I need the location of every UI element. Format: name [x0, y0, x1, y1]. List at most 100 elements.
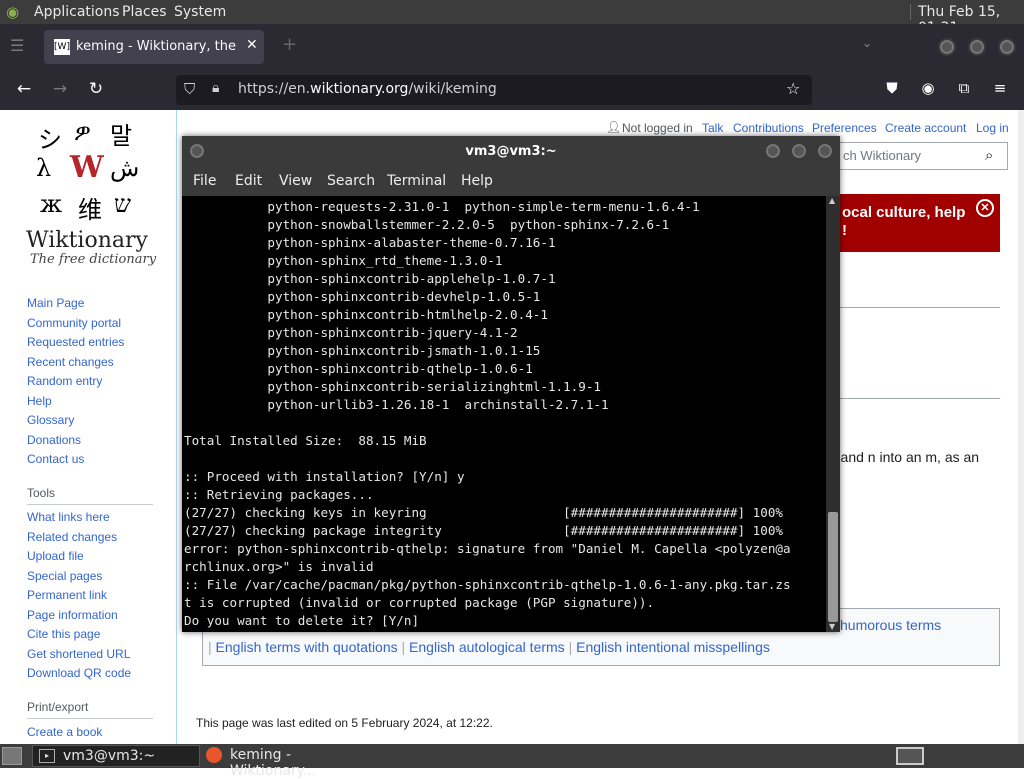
terminal-line: :: Retrieving packages...	[184, 487, 374, 502]
logo-glyph: λ	[36, 154, 52, 182]
wiki-search-input[interactable]: ch Wiktionary ⌕	[820, 142, 1008, 170]
close-window-button[interactable]	[998, 38, 1016, 56]
divider	[27, 718, 153, 719]
shield-icon[interactable]: ⛉	[184, 80, 195, 98]
terminal-line: (27/27) checking package integrity [####…	[184, 523, 783, 538]
terminal-menu-edit[interactable]: Edit	[235, 173, 262, 189]
banner-text: ocal culture, help	[842, 204, 966, 221]
terminal-line: python-urllib3-1.26.18-1 archinstall-2.7…	[184, 397, 609, 412]
terminal-line: rchlinux.org>" is invalid	[184, 559, 374, 574]
forward-button[interactable]: →	[48, 79, 72, 99]
terminal-line: :: File /var/cache/pacman/pkg/python-sph…	[184, 577, 791, 592]
taskbar-item-firefox[interactable]: keming - Wiktionary...	[202, 745, 378, 779]
terminal-line: python-sphinxcontrib-serializinghtml-1.1…	[184, 379, 602, 394]
separator: |	[208, 639, 212, 655]
sidebar-item-create-a-book[interactable]: Create a book	[27, 725, 102, 739]
sidebar-item-download-qr-code[interactable]: Download QR code	[27, 666, 131, 680]
lock-icon[interactable]: 🔒︎	[212, 80, 219, 96]
sidebar-item-what-links-here[interactable]: What links here	[27, 510, 110, 524]
tab-close-icon[interactable]: ✕	[246, 37, 258, 53]
category-humorous-terms[interactable]: humorous terms	[840, 617, 941, 633]
tab-keming[interactable]: [W] keming - Wiktionary, the fre ✕	[44, 30, 264, 64]
terminal-menu-file[interactable]: File	[193, 173, 216, 189]
sidebar-item-permanent-link[interactable]: Permanent link	[27, 588, 107, 602]
logo-glyph: ዎ	[74, 118, 91, 146]
distro-logo-icon[interactable]: ◉	[6, 3, 19, 21]
logo-wordmark[interactable]: Wiktionary	[26, 228, 148, 253]
system-menu[interactable]: System	[174, 4, 226, 20]
sidebar-item-random-entry[interactable]: Random entry	[27, 374, 102, 388]
wiktionary-logo[interactable]: シ ዎ 말 λ W ش ж 维 ש	[34, 114, 144, 224]
sidebar-item-help[interactable]: Help	[27, 394, 52, 408]
terminal-line: python-sphinxcontrib-qthelp-1.0.6-1	[184, 361, 533, 376]
bottom-taskbar: ▸ vm3@vm3:~ keming - Wiktionary...	[0, 744, 1024, 779]
category-english-autological-terms[interactable]: English autological terms	[409, 639, 565, 655]
reload-button[interactable]: ↻	[84, 79, 108, 99]
extensions-icon[interactable]: ⧉	[952, 79, 976, 97]
category-english-intentional-misspellings[interactable]: English intentional misspellings	[576, 639, 770, 655]
tab-list-icon[interactable]: ☰	[10, 36, 24, 55]
sidebar-item-related-changes[interactable]: Related changes	[27, 530, 117, 544]
sidebar-item-cite-this-page[interactable]: Cite this page	[27, 627, 100, 641]
terminal-menu-button[interactable]	[188, 142, 206, 160]
donation-banner[interactable]: ocal culture, help ! ✕	[820, 194, 1000, 252]
show-desktop-icon[interactable]	[2, 747, 22, 765]
page-scrollbar[interactable]	[1018, 110, 1024, 744]
search-icon[interactable]: ⌕	[985, 146, 993, 164]
banner-close-icon[interactable]: ✕	[976, 199, 994, 217]
terminal-line: error: python-sphinxcontrib-qthelp: sign…	[184, 541, 791, 556]
minimize-window-button[interactable]	[938, 38, 956, 56]
terminal-menu-help[interactable]: Help	[461, 173, 493, 189]
new-tab-icon[interactable]: +	[282, 34, 297, 55]
scroll-up-icon[interactable]: ▲	[829, 196, 835, 205]
taskbar-item-terminal[interactable]: ▸ vm3@vm3:~	[32, 745, 200, 767]
contributions-link[interactable]: Contributions	[733, 121, 804, 135]
bookmark-star-icon[interactable]: ☆	[786, 79, 800, 98]
sidebar-item-requested-entries[interactable]: Requested entries	[27, 335, 124, 349]
banner-text-2: !	[842, 222, 847, 239]
tab-overflow-icon[interactable]: ⌄	[862, 36, 872, 50]
pocket-icon[interactable]: ⛊	[880, 79, 904, 97]
url-text[interactable]: https://en.wiktionary.org/wiki/keming	[238, 81, 497, 97]
terminal-menu-terminal[interactable]: Terminal	[387, 173, 446, 189]
logo-glyph: ж	[40, 190, 63, 218]
category-english-terms-with-quotations[interactable]: English terms with quotations	[216, 639, 398, 655]
terminal-menu-search[interactable]: Search	[327, 173, 375, 189]
terminal-output[interactable]: python-requests-2.31.0-1 python-simple-t…	[184, 198, 826, 630]
logo-glyph: 维	[78, 196, 102, 224]
scrollbar-thumb[interactable]	[828, 512, 838, 622]
sidebar-item-main-page[interactable]: Main Page	[27, 296, 84, 310]
menu-icon[interactable]: ≡	[988, 79, 1012, 97]
search-placeholder: ch Wiktionary	[843, 148, 922, 163]
url-bar[interactable]: ⛉ 🔒︎ https://en.wiktionary.org/wiki/kemi…	[176, 75, 812, 105]
terminal-scrollbar[interactable]: ▲ ▼	[826, 196, 840, 632]
terminal-menu-view[interactable]: View	[279, 173, 312, 189]
maximize-window-button[interactable]	[968, 38, 986, 56]
sidebar-item-donations[interactable]: Donations	[27, 433, 81, 447]
sidebar-item-upload-file[interactable]: Upload file	[27, 549, 84, 563]
terminal-titlebar[interactable]: vm3@vm3:~	[182, 136, 840, 168]
sidebar-item-get-shortened-url[interactable]: Get shortened URL	[27, 647, 130, 661]
account-icon[interactable]: ◉	[916, 79, 940, 97]
preferences-link[interactable]: Preferences	[812, 121, 877, 135]
places-menu[interactable]: Places	[122, 4, 167, 20]
back-button[interactable]: ←	[12, 79, 36, 99]
sidebar-item-special-pages[interactable]: Special pages	[27, 569, 102, 583]
applications-menu[interactable]: Applications	[34, 4, 120, 20]
sidebar-item-page-information[interactable]: Page information	[27, 608, 118, 622]
create-account-link[interactable]: Create account	[885, 121, 966, 135]
sidebar-item-community-portal[interactable]: Community portal	[27, 316, 121, 330]
terminal-close-button[interactable]	[816, 142, 834, 160]
log-in-link[interactable]: Log in	[976, 121, 1009, 135]
scroll-down-icon[interactable]: ▼	[829, 622, 835, 631]
separator: |	[568, 639, 573, 655]
sidebar-item-glossary[interactable]: Glossary	[27, 413, 74, 427]
terminal-minimize-button[interactable]	[764, 142, 782, 160]
sidebar-item-contact-us[interactable]: Contact us	[27, 452, 84, 466]
talk-link[interactable]: Talk	[702, 121, 723, 135]
terminal-title: vm3@vm3:~	[465, 144, 557, 159]
sidebar-item-recent-changes[interactable]: Recent changes	[27, 355, 114, 369]
terminal-line: :: Proceed with installation? [Y/n] y	[184, 469, 465, 484]
terminal-maximize-button[interactable]	[790, 142, 808, 160]
workspace-switcher-icon[interactable]	[896, 747, 924, 765]
